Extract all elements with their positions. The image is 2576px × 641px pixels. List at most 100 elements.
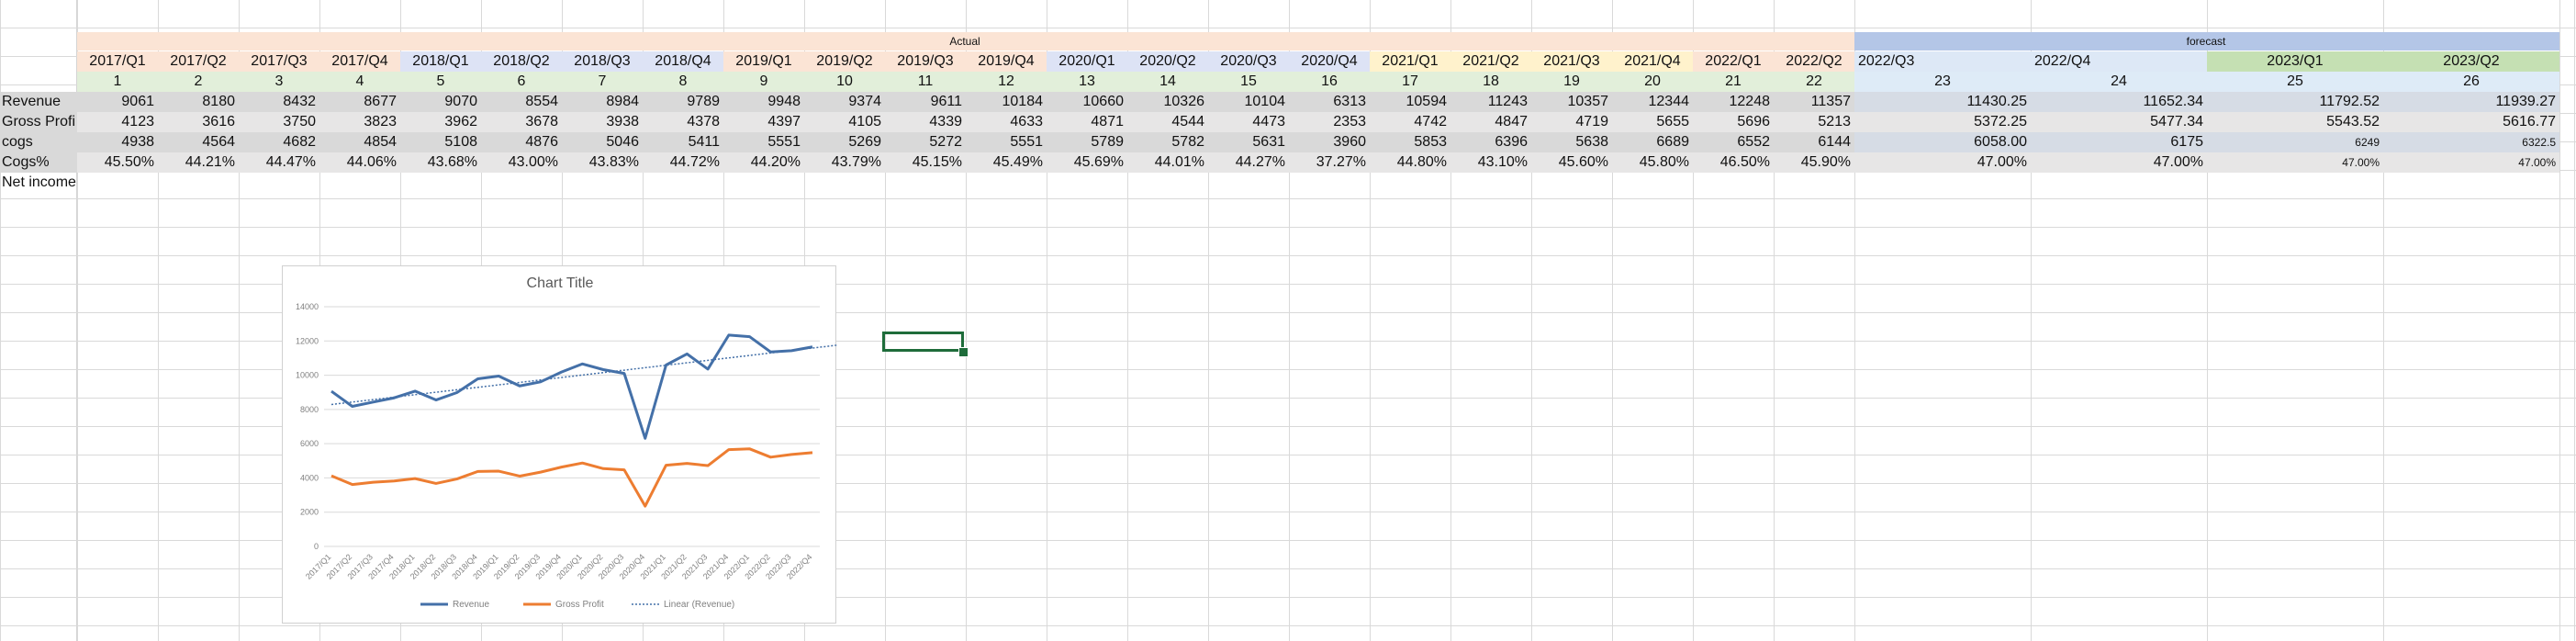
data-cell[interactable]: 44.21% [158, 152, 239, 173]
data-cell[interactable]: 9070 [400, 92, 481, 112]
data-cell[interactable]: 8554 [481, 92, 562, 112]
data-cell[interactable]: 5551 [723, 132, 804, 152]
period-header-cell[interactable]: 2018/Q4 [643, 51, 723, 72]
data-cell[interactable]: 45.50% [77, 152, 158, 173]
period-index-cell[interactable]: 1 [77, 72, 158, 92]
data-cell[interactable]: 6249 [2207, 132, 2383, 152]
period-header-cell[interactable]: 2023/Q1 [2207, 51, 2383, 72]
period-header-cell[interactable]: 2018/Q2 [481, 51, 562, 72]
data-cell[interactable]: 3616 [158, 112, 239, 132]
data-cell[interactable]: 44.80% [1370, 152, 1450, 173]
data-cell[interactable]: 46.50% [1693, 152, 1774, 173]
data-cell[interactable]: 10357 [1531, 92, 1612, 112]
data-cell[interactable]: 11652.34 [2031, 92, 2207, 112]
data-cell[interactable]: 12344 [1612, 92, 1693, 112]
period-index-cell[interactable]: 26 [2383, 72, 2559, 92]
row-label[interactable]: cogs [0, 132, 77, 152]
period-header-cell[interactable]: 2020/Q4 [1289, 51, 1370, 72]
data-cell[interactable]: 5631 [1208, 132, 1289, 152]
period-index-cell[interactable]: 13 [1047, 72, 1127, 92]
data-cell[interactable]: 44.20% [723, 152, 804, 173]
data-cell[interactable]: 45.15% [885, 152, 966, 173]
row-label[interactable]: Cogs% [0, 152, 77, 173]
period-header-cell[interactable]: 2022/Q4 [2031, 51, 2207, 72]
data-cell[interactable]: 5789 [1047, 132, 1127, 152]
data-cell[interactable]: 11357 [1774, 92, 1854, 112]
period-index-cell[interactable]: 16 [1289, 72, 1370, 92]
data-cell[interactable]: 12248 [1693, 92, 1774, 112]
data-cell[interactable]: 45.90% [1774, 152, 1854, 173]
line-chart[interactable]: Chart Title 0 2000 4000 6000 8000 10000 12000 14… [282, 265, 837, 624]
fill-handle[interactable] [958, 347, 969, 357]
data-cell[interactable]: 9611 [885, 92, 966, 112]
data-cell[interactable]: 44.47% [239, 152, 319, 173]
data-cell[interactable]: 8432 [239, 92, 319, 112]
period-header-cell[interactable]: 2022/Q2 [1774, 51, 1854, 72]
data-cell[interactable]: 4633 [966, 112, 1047, 132]
data-cell[interactable]: 9061 [77, 92, 158, 112]
period-header-cell[interactable]: 2017/Q2 [158, 51, 239, 72]
data-cell[interactable]: 4564 [158, 132, 239, 152]
data-cell[interactable]: 6689 [1612, 132, 1693, 152]
data-cell[interactable]: 5638 [1531, 132, 1612, 152]
data-cell[interactable]: 3750 [239, 112, 319, 132]
data-cell[interactable]: 3938 [562, 112, 643, 132]
data-cell[interactable]: 43.83% [562, 152, 643, 173]
data-cell[interactable]: 4473 [1208, 112, 1289, 132]
selected-cell[interactable] [882, 332, 964, 352]
period-header-cell[interactable]: 2021/Q2 [1450, 51, 1531, 72]
data-cell[interactable]: 43.10% [1450, 152, 1531, 173]
data-cell[interactable]: 6058.00 [1854, 132, 2031, 152]
period-index-cell[interactable]: 6 [481, 72, 562, 92]
data-cell[interactable]: 5046 [562, 132, 643, 152]
period-header-cell[interactable]: 2020/Q1 [1047, 51, 1127, 72]
data-cell[interactable]: 4682 [239, 132, 319, 152]
data-cell[interactable]: 47.00% [1854, 152, 2031, 173]
data-cell[interactable]: 44.72% [643, 152, 723, 173]
data-cell[interactable]: 4123 [77, 112, 158, 132]
actual-group-header[interactable]: Actual [77, 32, 1853, 51]
data-cell[interactable]: 6144 [1774, 132, 1854, 152]
data-cell[interactable]: 6396 [1450, 132, 1531, 152]
period-header-cell[interactable]: 2017/Q4 [319, 51, 400, 72]
period-index-cell[interactable]: 22 [1774, 72, 1854, 92]
data-cell[interactable]: 9789 [643, 92, 723, 112]
period-header-cell[interactable]: 2019/Q1 [723, 51, 804, 72]
data-cell[interactable]: 11792.52 [2207, 92, 2383, 112]
data-cell[interactable]: 45.60% [1531, 152, 1612, 173]
data-cell[interactable]: 6322.5 [2383, 132, 2559, 152]
data-cell[interactable]: 3823 [319, 112, 400, 132]
period-index-cell[interactable]: 12 [966, 72, 1047, 92]
data-cell[interactable]: 9374 [804, 92, 885, 112]
data-cell[interactable]: 5551 [966, 132, 1047, 152]
period-index-cell[interactable]: 9 [723, 72, 804, 92]
period-header-cell[interactable]: 2021/Q4 [1612, 51, 1693, 72]
data-cell[interactable]: 5782 [1127, 132, 1208, 152]
data-cell[interactable]: 4938 [77, 132, 158, 152]
data-cell[interactable]: 5372.25 [1854, 112, 2031, 132]
period-header-cell[interactable]: 2018/Q1 [400, 51, 481, 72]
data-cell[interactable]: 3962 [400, 112, 481, 132]
period-index-cell[interactable]: 10 [804, 72, 885, 92]
data-cell[interactable]: 11243 [1450, 92, 1531, 112]
data-cell[interactable]: 5543.52 [2207, 112, 2383, 132]
data-cell[interactable]: 4544 [1127, 112, 1208, 132]
data-cell[interactable]: 44.27% [1208, 152, 1289, 173]
data-cell[interactable]: 8180 [158, 92, 239, 112]
period-index-cell[interactable]: 2 [158, 72, 239, 92]
data-cell[interactable]: 5108 [400, 132, 481, 152]
data-cell[interactable]: 5616.77 [2383, 112, 2559, 132]
period-index-cell[interactable]: 21 [1693, 72, 1774, 92]
data-cell[interactable]: 6313 [1289, 92, 1370, 112]
data-cell[interactable]: 10104 [1208, 92, 1289, 112]
period-index-cell[interactable]: 23 [1854, 72, 2031, 92]
period-index-cell[interactable]: 8 [643, 72, 723, 92]
row-label[interactable]: Gross Profi [0, 112, 77, 132]
period-index-cell[interactable]: 11 [885, 72, 966, 92]
period-index-cell[interactable]: 20 [1612, 72, 1693, 92]
period-index-cell[interactable]: 7 [562, 72, 643, 92]
data-cell[interactable]: 6552 [1693, 132, 1774, 152]
data-cell[interactable]: 10326 [1127, 92, 1208, 112]
data-cell[interactable]: 5213 [1774, 112, 1854, 132]
period-header-cell[interactable]: 2019/Q3 [885, 51, 966, 72]
